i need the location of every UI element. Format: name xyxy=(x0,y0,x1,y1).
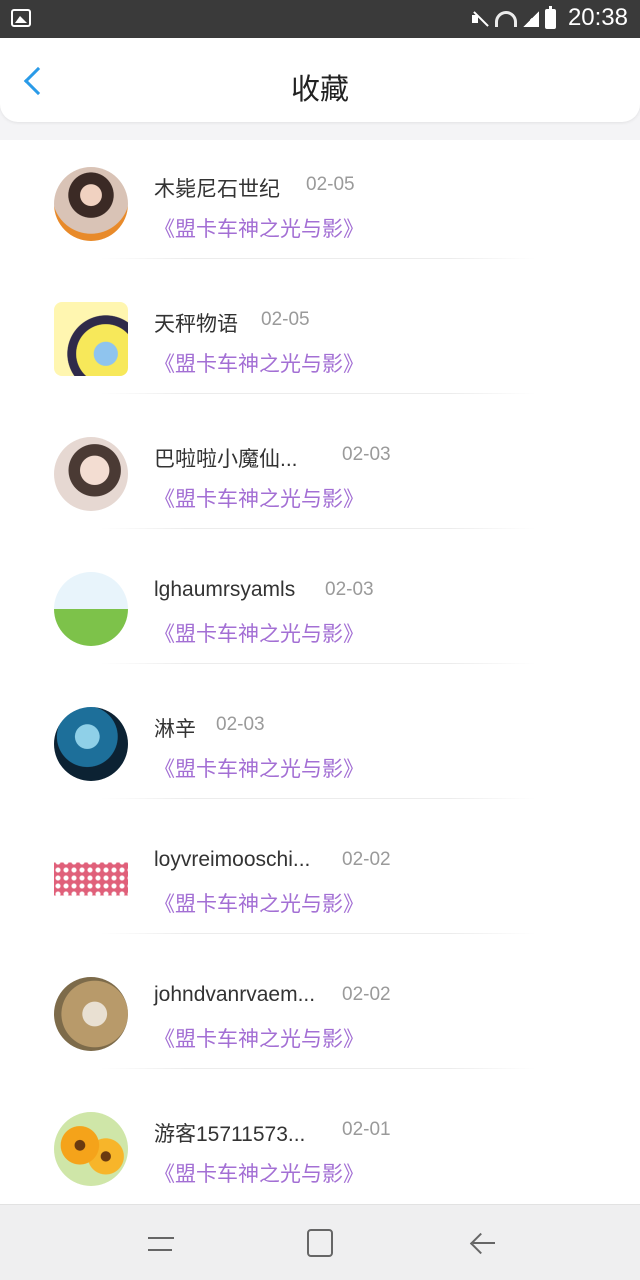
date: 02-01 xyxy=(342,1119,391,1140)
divider xyxy=(100,798,536,799)
date: 02-05 xyxy=(306,174,355,195)
avatar[interactable] xyxy=(54,707,128,781)
username[interactable]: 淋辛 xyxy=(154,713,196,743)
list-item[interactable]: lghaumrsyamls 02-03 《盟卡车神之光与影》 xyxy=(0,545,640,680)
username[interactable]: 天秤物语 xyxy=(154,308,238,338)
post-title[interactable]: 《盟卡车神之光与影》 xyxy=(154,1158,364,1188)
post-title[interactable]: 《盟卡车神之光与影》 xyxy=(154,483,364,513)
post-title[interactable]: 《盟卡车神之光与影》 xyxy=(154,213,364,243)
username[interactable]: 游客15711573... xyxy=(154,1118,305,1148)
post-title[interactable]: 《盟卡车神之光与影》 xyxy=(154,753,364,783)
divider xyxy=(100,258,536,259)
header: 收藏 xyxy=(0,38,640,122)
back-arrow-icon[interactable] xyxy=(470,1231,495,1255)
post-title[interactable]: 《盟卡车神之光与影》 xyxy=(154,1023,364,1053)
avatar[interactable] xyxy=(54,977,128,1051)
date: 02-05 xyxy=(261,309,310,330)
post-title[interactable]: 《盟卡车神之光与影》 xyxy=(154,618,364,648)
avatar[interactable] xyxy=(54,842,128,916)
date: 02-02 xyxy=(342,849,391,870)
favorites-list: 木毙尼石世纪 02-05 《盟卡车神之光与影》 天秤物语 02-05 《盟卡车神… xyxy=(0,140,640,1204)
divider xyxy=(100,663,536,664)
avatar[interactable] xyxy=(54,167,128,241)
list-item[interactable]: 巴啦啦小魔仙... 02-03 《盟卡车神之光与影》 xyxy=(0,410,640,545)
avatar[interactable] xyxy=(54,437,128,511)
date: 02-03 xyxy=(216,714,265,735)
recent-apps-icon[interactable] xyxy=(148,1231,174,1257)
username[interactable]: lghaumrsyamls xyxy=(154,578,295,602)
avatar[interactable] xyxy=(54,572,128,646)
status-time: 20:38 xyxy=(567,4,628,31)
divider xyxy=(100,393,536,394)
signal-icon xyxy=(523,11,539,27)
divider xyxy=(100,933,536,934)
home-icon[interactable] xyxy=(307,1229,333,1257)
username[interactable]: 木毙尼石世纪 xyxy=(154,173,280,203)
post-title[interactable]: 《盟卡车神之光与影》 xyxy=(154,888,364,918)
avatar[interactable] xyxy=(54,302,128,376)
list-item[interactable]: 淋辛 02-03 《盟卡车神之光与影》 xyxy=(0,680,640,815)
date: 02-02 xyxy=(342,984,391,1005)
date: 02-03 xyxy=(325,579,374,600)
list-item[interactable]: johndvanrvaem... 02-02 《盟卡车神之光与影》 xyxy=(0,950,640,1085)
gallery-notification-icon xyxy=(11,9,31,27)
status-bar: 20:38 xyxy=(0,0,640,38)
status-icons xyxy=(471,6,556,30)
list-item[interactable]: 游客15711573... 02-01 《盟卡车神之光与影》 xyxy=(0,1085,640,1204)
username[interactable]: 巴啦啦小魔仙... xyxy=(154,443,298,473)
navigation-bar xyxy=(0,1204,640,1280)
list-item[interactable]: 天秤物语 02-05 《盟卡车神之光与影》 xyxy=(0,275,640,410)
page-title: 收藏 xyxy=(290,72,349,106)
post-title[interactable]: 《盟卡车神之光与影》 xyxy=(154,348,364,378)
mute-icon xyxy=(471,10,489,28)
list-item[interactable]: 木毙尼石世纪 02-05 《盟卡车神之光与影》 xyxy=(0,140,640,275)
date: 02-03 xyxy=(342,444,391,465)
username[interactable]: johndvanrvaem... xyxy=(154,983,315,1007)
username[interactable]: loyvreimooschi... xyxy=(154,848,310,872)
avatar[interactable] xyxy=(54,1112,128,1186)
divider xyxy=(100,1068,536,1069)
list-item[interactable]: loyvreimooschi... 02-02 《盟卡车神之光与影》 xyxy=(0,815,640,950)
battery-icon xyxy=(545,6,556,29)
wifi-icon xyxy=(495,11,517,27)
divider xyxy=(100,528,536,529)
